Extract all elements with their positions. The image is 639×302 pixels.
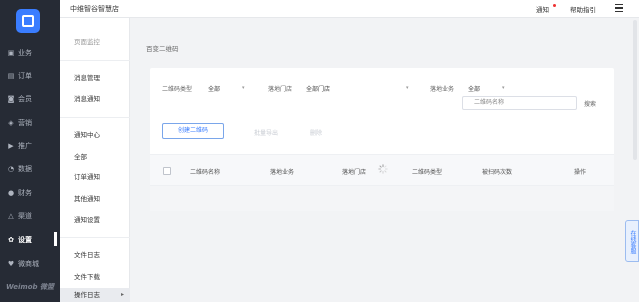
breadcrumb: 百变二维码 <box>146 45 179 53</box>
menu-icon[interactable] <box>615 4 623 13</box>
chevron-down-icon[interactable]: ▾ <box>502 85 505 91</box>
loading-spinner-icon <box>378 164 388 174</box>
active-indicator <box>54 232 57 246</box>
sidebar-item-members[interactable]: ◙ 会员 <box>0 91 60 107</box>
sidebar-item-label: 设置 <box>18 236 32 244</box>
store-select[interactable]: 全部门店 <box>306 84 330 93</box>
online-service-button[interactable]: 在线客服 <box>625 220 639 262</box>
briefcase-icon: ▣ <box>7 49 15 57</box>
chevron-down-icon[interactable]: ▾ <box>242 85 245 91</box>
store-label: 落地门店 <box>268 86 293 93</box>
member-icon: ◙ <box>7 95 15 103</box>
sidebar-item-settings[interactable]: ✿ 设置 <box>0 232 60 248</box>
divider <box>60 60 130 61</box>
order-icon: ▤ <box>7 72 15 80</box>
divider <box>60 237 130 238</box>
qr-type-select[interactable]: 全部 <box>208 84 220 93</box>
secondary-menu: 页面监控 消息管理 消息通知 通知中心 全部 订单通知 其他通知 通知设置 文件… <box>60 18 130 302</box>
select-all-checkbox[interactable] <box>163 167 171 175</box>
sidebar-item-label: 财务 <box>18 189 32 197</box>
submenu-heading-file-log: 文件日志 <box>74 251 100 259</box>
column-header: 二维码名称 <box>190 169 221 176</box>
top-bar: 中维智谷智慧店 通知 帮助指引 <box>60 0 639 18</box>
chart-icon: ◔ <box>7 165 15 173</box>
sidebar-item-mall[interactable]: ♥ 微商城 <box>0 256 60 272</box>
content-panel: 二维码类型 全部 ▾ 落地门店 全部门店 ▾ 落地业务 全部 ▾ 二维码名称 搜… <box>150 68 614 211</box>
submenu-heading-message: 消息管理 <box>74 74 100 82</box>
sidebar-item-label: 订单 <box>18 72 32 80</box>
main-sidebar: ▣ 业务 ▤ 订单 ◙ 会员 ◈ 营销 ▶ 推广 ◔ 数据 ● 财务 △ 渠道 … <box>0 0 60 302</box>
qr-name-input[interactable]: 二维码名称 <box>462 96 577 110</box>
batch-export-button[interactable]: 批量导出 <box>254 128 278 137</box>
sidebar-item-finance[interactable]: ● 财务 <box>0 185 60 201</box>
sidebar-item-label: 会员 <box>18 95 32 103</box>
submenu-item-operation-log[interactable]: 操作日志 ▸ <box>60 288 130 302</box>
scrollbar-thumb[interactable] <box>633 20 637 160</box>
delete-button[interactable]: 删除 <box>310 128 322 137</box>
sidebar-item-label: 业务 <box>18 49 32 57</box>
promote-icon: ▶ <box>8 142 14 150</box>
channel-icon: △ <box>8 212 14 220</box>
submenu-item-other-notify[interactable]: 其他通知 <box>74 193 100 203</box>
qr-type-label: 二维码类型 <box>162 86 193 93</box>
sidebar-item-data[interactable]: ◔ 数据 <box>0 161 60 177</box>
table-body <box>150 186 614 211</box>
help-link[interactable]: 帮助指引 <box>570 4 596 14</box>
divider <box>60 117 130 118</box>
sidebar-item-promote[interactable]: ▶ 推广 <box>0 138 60 154</box>
notify-link[interactable]: 通知 <box>536 4 549 14</box>
sidebar-item-label: 渠道 <box>18 212 32 220</box>
notify-badge <box>553 4 556 7</box>
sidebar-item-label: 营销 <box>18 119 32 127</box>
column-header: 二维码类型 <box>412 169 443 176</box>
submenu-heading-notify-center: 通知中心 <box>74 131 100 139</box>
submenu-item-page-monitor[interactable]: 页面监控 <box>74 36 100 46</box>
submenu-item-all[interactable]: 全部 <box>74 151 87 161</box>
sidebar-item-label: 推广 <box>18 142 32 150</box>
submenu-item-message-notify[interactable]: 消息通知 <box>74 93 100 103</box>
chevron-down-icon[interactable]: ▾ <box>406 85 409 91</box>
column-header: 被扫码次数 <box>482 169 513 176</box>
biz-select[interactable]: 全部 <box>468 84 480 93</box>
chevron-right-icon: ▸ <box>120 291 124 298</box>
column-header: 落地门店 <box>342 169 367 176</box>
search-button[interactable]: 搜索 <box>584 99 596 108</box>
column-header: 落地业务 <box>270 169 295 176</box>
submenu-item-label: 操作日志 <box>74 291 100 299</box>
logo-icon[interactable] <box>16 9 40 33</box>
gear-icon: ✿ <box>8 236 14 244</box>
sidebar-item-label: 数据 <box>18 165 32 173</box>
submenu-item-order-notify[interactable]: 订单通知 <box>74 171 100 181</box>
sidebar-item-marketing[interactable]: ◈ 营销 <box>0 115 60 131</box>
submenu-item-file-download[interactable]: 文件下载 <box>74 271 100 281</box>
sidebar-item-orders[interactable]: ▤ 订单 <box>0 68 60 84</box>
sidebar-item-channel[interactable]: △ 渠道 <box>0 208 60 224</box>
biz-label: 落地业务 <box>430 86 455 93</box>
sidebar-item-business[interactable]: ▣ 业务 <box>0 45 60 61</box>
brand-logo: Weimob 微盟 <box>6 283 54 291</box>
finance-icon: ● <box>7 189 15 197</box>
store-name: 中维智谷智慧店 <box>70 5 119 13</box>
submenu-item-notify-settings[interactable]: 通知设置 <box>74 214 100 224</box>
column-header: 操作 <box>574 169 587 176</box>
create-qr-button[interactable]: 创建二维码 <box>162 123 224 139</box>
store-icon: ♥ <box>7 260 15 268</box>
sidebar-item-label: 微商城 <box>18 260 39 268</box>
marketing-icon: ◈ <box>8 119 14 127</box>
table-header: 二维码名称 落地业务 落地门店 二维码类型 被扫码次数 操作 <box>150 154 614 186</box>
